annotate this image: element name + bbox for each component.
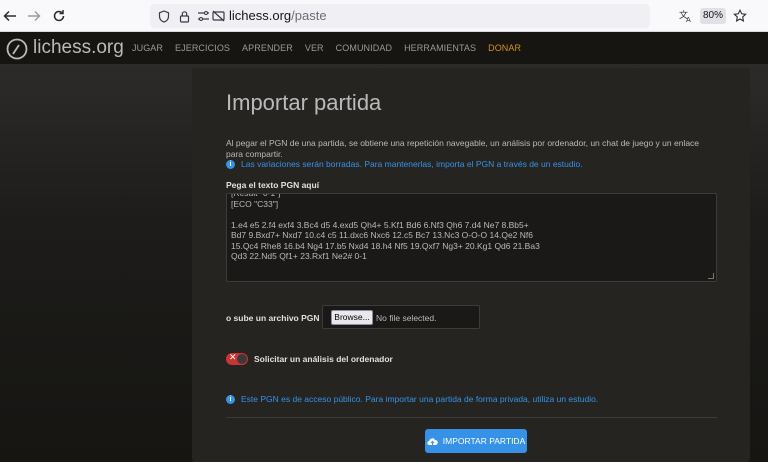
- variations-note: i Las variaciones serán borradas. Para m…: [226, 159, 583, 169]
- analysis-toggle[interactable]: ✕: [226, 353, 248, 365]
- reload-icon[interactable]: [49, 6, 69, 26]
- variations-note-text[interactable]: Las variaciones serán borradas. Para man…: [241, 159, 583, 169]
- browser-toolbar: lichess.org/paste 文A 80%: [0, 0, 768, 32]
- url-path: /paste: [291, 8, 327, 23]
- intro-text: Al pegar el PGN de una partida, se obtie…: [226, 138, 700, 159]
- site-logo-text[interactable]: lichess.org: [33, 37, 124, 59]
- file-upload-label: o sube un archivo PGN: [226, 313, 320, 323]
- shield-icon[interactable]: [157, 9, 171, 23]
- toggle-off-icon: ✕: [229, 353, 237, 363]
- pgn-label: Pega el texto PGN aquí: [226, 180, 320, 190]
- nav-item-aprender[interactable]: APRENDER: [242, 43, 293, 53]
- divider: [226, 417, 717, 418]
- url-host: lichess.org: [229, 8, 292, 23]
- url-text: lichess.org/paste: [229, 8, 327, 23]
- nav-item-jugar[interactable]: JUGAR: [132, 43, 163, 53]
- lichess-logo-icon[interactable]: [6, 38, 28, 60]
- site-header: lichess.org JUGAR EJERCICIOS APRENDER VE…: [0, 32, 768, 64]
- address-bar[interactable]: lichess.org/paste: [150, 4, 650, 28]
- bookmark-star-icon[interactable]: [730, 6, 750, 26]
- pgn-text[interactable]: [Result "0-1"] [ECO "C33"] 1.e4 e5 2.f4 …: [231, 194, 540, 262]
- translate-icon[interactable]: 文A: [676, 6, 696, 26]
- page-title: Importar partida: [226, 90, 382, 115]
- top-nav: JUGAR EJERCICIOS APRENDER VER COMUNIDAD …: [132, 43, 533, 53]
- back-icon[interactable]: [0, 6, 20, 26]
- camera-off-icon[interactable]: [211, 9, 225, 23]
- pgn-textarea[interactable]: [Result "0-1"] [ECO "C33"] 1.e4 e5 2.f4 …: [226, 193, 717, 282]
- forward-icon[interactable]: [24, 6, 44, 26]
- resize-handle[interactable]: [708, 273, 714, 279]
- import-game-button[interactable]: IMPORTAR PARTIDA: [425, 429, 527, 453]
- nav-item-ejercicios[interactable]: EJERCICIOS: [175, 43, 230, 53]
- file-status-text: No file selected.: [376, 313, 437, 323]
- info-icon: i: [226, 394, 235, 404]
- zoom-level-badge[interactable]: 80%: [700, 8, 726, 24]
- svg-text:A: A: [686, 16, 691, 23]
- lock-icon[interactable]: [177, 9, 191, 23]
- upload-cloud-icon: [427, 437, 438, 445]
- info-icon: i: [226, 159, 235, 169]
- nav-item-comunidad[interactable]: COMUNIDAD: [336, 43, 392, 53]
- public-note: i Este PGN es de acceso público. Para im…: [226, 394, 598, 404]
- analysis-label[interactable]: Solicitar un análisis del ordenador: [254, 354, 393, 364]
- browse-button[interactable]: Browse...: [331, 310, 373, 325]
- nav-item-herramientas[interactable]: HERRAMIENTAS: [404, 43, 476, 53]
- public-note-text[interactable]: Este PGN es de acceso público. Para impo…: [241, 394, 598, 404]
- nav-item-ver[interactable]: VER: [305, 43, 324, 53]
- permissions-icon[interactable]: [196, 9, 210, 23]
- import-game-button-label: IMPORTAR PARTIDA: [442, 436, 526, 446]
- nav-item-donar[interactable]: DONAR: [488, 43, 521, 53]
- file-input[interactable]: Browse... No file selected.: [322, 305, 480, 329]
